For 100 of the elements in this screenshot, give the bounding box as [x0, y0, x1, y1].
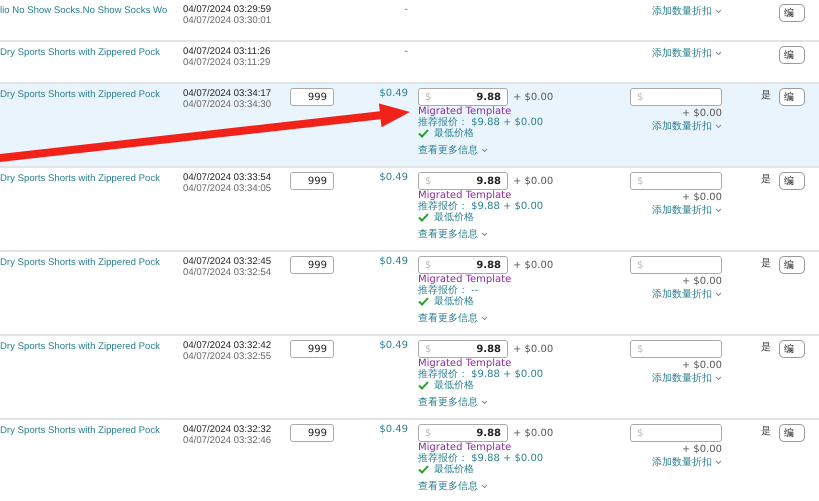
more-info-link[interactable]: 查看更多信息 — [418, 227, 488, 241]
quantity-discount-link[interactable]: 添加数量折扣 — [652, 287, 722, 301]
shipping-fee: + $0.00 — [513, 428, 554, 438]
edit-button[interactable]: 编 — [779, 4, 805, 22]
quantity-discount-link[interactable]: 添加数量折扣 — [652, 371, 722, 385]
chevron-down-icon — [481, 148, 488, 152]
quantity-discount-link[interactable]: 添加数量折扣 — [652, 4, 722, 18]
edit-button[interactable]: 编 — [779, 424, 805, 442]
flag-text: 是 — [761, 258, 771, 269]
chevron-down-icon — [481, 232, 488, 236]
unit-price: - — [403, 46, 409, 57]
unit-price: $0.49 — [378, 424, 409, 435]
quantity-discount-link[interactable]: 添加数量折扣 — [652, 119, 722, 133]
template-name: Migrated Template — [418, 190, 512, 201]
product-title-link[interactable]: Dry Sports Shorts with Zippered Pock — [0, 46, 183, 58]
edit-button[interactable]: 编 — [779, 256, 805, 274]
product-title-link[interactable]: Dry Sports Shorts with Zippered Pock — [0, 256, 183, 268]
price-field[interactable]: $ 9.88 — [418, 172, 508, 190]
product-title-link[interactable]: Dry Sports Shorts with Zippered Pock — [0, 172, 183, 184]
discount-shipping-fee: + $0.00 — [682, 360, 722, 371]
price-field[interactable]: $ 9.88 — [418, 424, 508, 442]
unit-price: $0.49 — [378, 256, 409, 267]
flag-text: 是 — [761, 342, 771, 353]
quantity-field[interactable]: 999 — [290, 256, 334, 274]
chevron-down-icon — [715, 124, 722, 128]
shipping-fee: + $0.00 — [513, 176, 554, 186]
chevron-down-icon — [715, 292, 722, 296]
chevron-down-icon — [715, 376, 722, 380]
edit-button[interactable]: 编 — [779, 46, 805, 64]
discount-shipping-fee: + $0.00 — [682, 444, 722, 455]
template-name: Migrated Template — [418, 274, 512, 285]
created-date: 04/07/2024 03:32:45 — [183, 256, 272, 267]
chevron-down-icon — [715, 8, 722, 14]
product-title-link[interactable]: Dry Sports Shorts with Zippered Pock — [0, 88, 183, 100]
more-info-link[interactable]: 查看更多信息 — [418, 479, 488, 493]
quantity-discount-link[interactable]: 添加数量折扣 — [652, 203, 722, 217]
discount-shipping-fee: + $0.00 — [682, 276, 722, 287]
discount-shipping-fee: + $0.00 — [682, 192, 722, 203]
price-field[interactable]: $ 9.88 — [418, 88, 508, 106]
shipping-fee: + $0.00 — [513, 92, 554, 102]
updated-date: 04/07/2024 03:32:55 — [183, 351, 272, 362]
created-date: 04/07/2024 03:11:26 — [183, 46, 272, 57]
more-info-link[interactable]: 查看更多信息 — [418, 311, 488, 325]
chevron-down-icon — [481, 316, 488, 320]
quantity-discount-link[interactable]: 添加数量折扣 — [652, 46, 722, 60]
shipping-fee: + $0.00 — [513, 344, 554, 354]
chevron-down-icon — [715, 50, 722, 56]
lowest-price-label: 最低价格 — [434, 380, 474, 391]
template-name: Migrated Template — [418, 106, 512, 117]
created-date: 04/07/2024 03:34:17 — [183, 88, 272, 99]
product-title-link[interactable]: Dry Sports Shorts with Zippered Pock — [0, 340, 183, 352]
quantity-field[interactable]: 999 — [290, 424, 334, 442]
unit-price: $0.49 — [378, 172, 409, 183]
updated-date: 04/07/2024 03:34:30 — [183, 99, 272, 110]
chevron-down-icon — [715, 208, 722, 212]
unit-price: $0.49 — [378, 340, 409, 351]
product-title-link[interactable]: Dry Sports Shorts with Zippered Pock — [0, 424, 183, 436]
updated-date: 04/07/2024 03:34:05 — [183, 183, 272, 194]
more-info-link[interactable]: 查看更多信息 — [418, 395, 488, 409]
created-date: 04/07/2024 03:33:54 — [183, 172, 272, 183]
recommended-price: 推荐报价： $9.88 + $0.00 — [418, 453, 544, 464]
quantity-field[interactable]: 999 — [290, 172, 334, 190]
flag-text: 是 — [761, 174, 771, 185]
lowest-price-label: 最低价格 — [434, 128, 474, 139]
flag-text: 是 — [761, 90, 771, 101]
chevron-down-icon — [715, 460, 722, 464]
quantity-field[interactable]: 999 — [290, 88, 334, 106]
flag-text: 是 — [761, 426, 771, 437]
chevron-down-icon — [481, 400, 488, 404]
updated-date: 04/07/2024 03:30:01 — [183, 15, 272, 26]
created-date: 04/07/2024 03:32:32 — [183, 424, 272, 435]
recommended-price: 推荐报价： $9.88 + $0.00 — [418, 369, 544, 380]
updated-date: 04/07/2024 03:11:29 — [183, 57, 272, 68]
chevron-down-icon — [481, 484, 488, 488]
template-name: Migrated Template — [418, 442, 512, 453]
price-field[interactable]: $ 9.88 — [418, 340, 508, 358]
created-date: 04/07/2024 03:32:42 — [183, 340, 272, 351]
quantity-discount-link[interactable]: 添加数量折扣 — [652, 455, 722, 469]
template-name: Migrated Template — [418, 358, 512, 369]
edit-button[interactable]: 编 — [779, 172, 805, 190]
edit-button[interactable]: 编 — [779, 340, 805, 358]
unit-price: $0.49 — [378, 88, 409, 99]
recommended-price: 推荐报价： $9.88 + $0.00 — [418, 201, 544, 212]
table-row[interactable]: Dry Sports Shorts with Zippered Pock 04/07/2024 03:34:17 04/07/2024 03:34:30 999 $0.49 $ 9.88 + $0.00 Migrated Template 推荐报价： $9.88 + $0.00 最低价格 查看更多信息 $ + $0.00 添加数量折扣 是 编 — [0, 84, 819, 168]
updated-date: 04/07/2024 03:32:46 — [183, 435, 272, 446]
more-info-link[interactable]: 查看更多信息 — [418, 143, 488, 157]
price-field[interactable]: $ 9.88 — [418, 256, 508, 274]
product-title-link[interactable]: lio No Show Socks.No Show Socks Wo — [0, 4, 183, 16]
lowest-price-label: 最低价格 — [434, 296, 474, 307]
edit-button[interactable]: 编 — [779, 88, 805, 106]
unit-price: - — [403, 4, 409, 15]
created-date: 04/07/2024 03:29:59 — [183, 4, 272, 15]
lowest-price-label: 最低价格 — [434, 464, 474, 475]
lowest-price-label: 最低价格 — [434, 212, 474, 223]
recommended-price: 推荐报价： $9.88 + $0.00 — [418, 117, 544, 128]
recommended-price: 推荐报价： -- — [418, 285, 480, 296]
quantity-field[interactable]: 999 — [290, 340, 334, 358]
shipping-fee: + $0.00 — [513, 260, 554, 270]
discount-shipping-fee: + $0.00 — [682, 108, 722, 119]
updated-date: 04/07/2024 03:32:54 — [183, 267, 272, 278]
